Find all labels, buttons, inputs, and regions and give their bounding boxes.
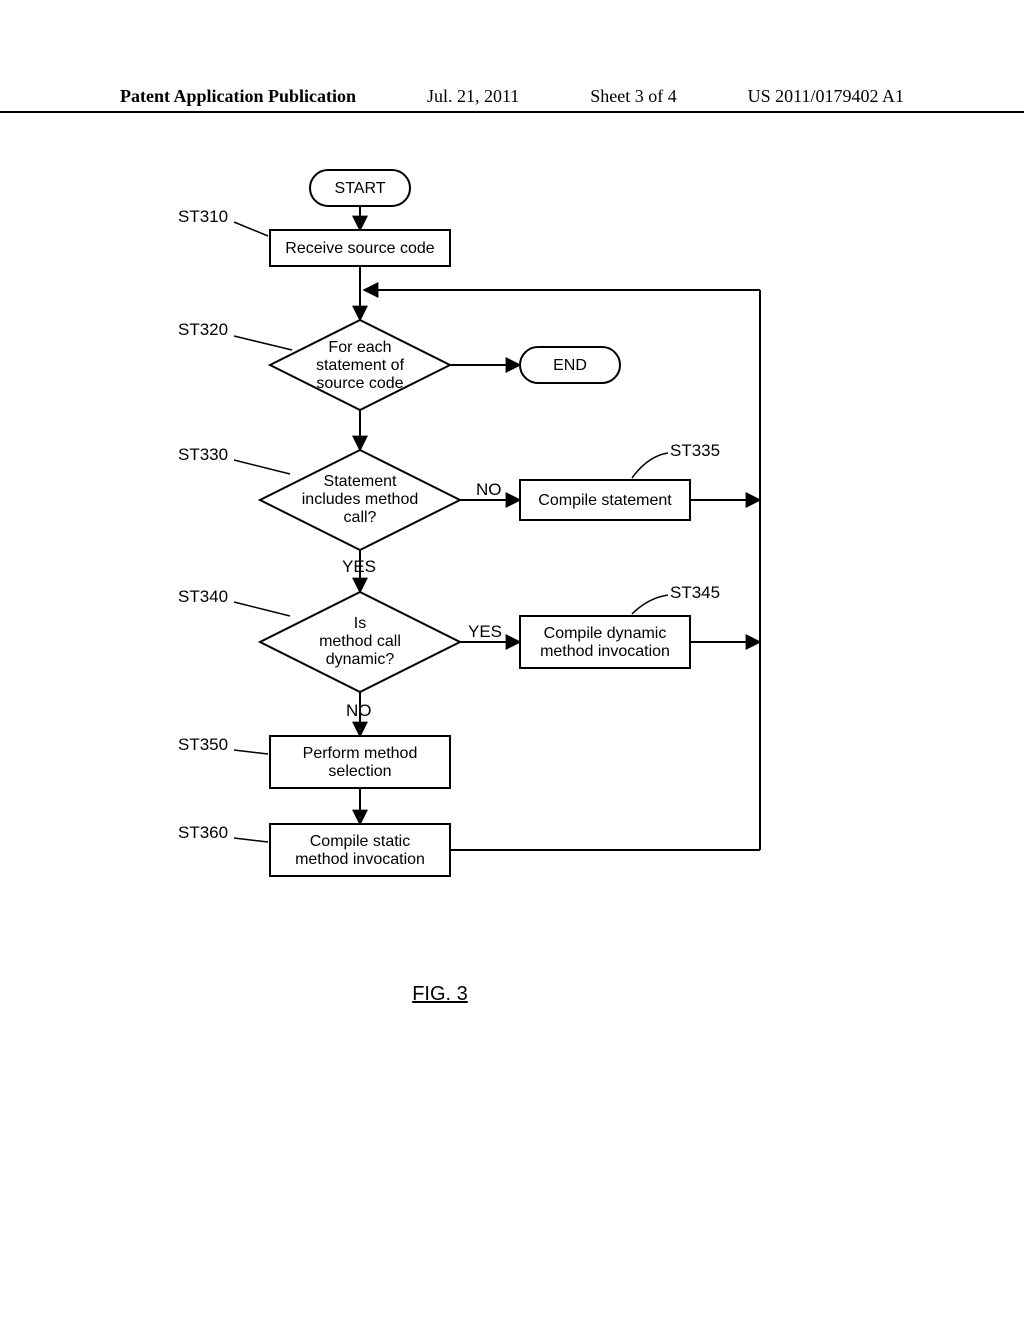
- header-publication: Patent Application Publication: [120, 86, 356, 107]
- st345-node: Compile dynamic method invocation: [520, 616, 690, 668]
- st350-node: Perform method selection: [270, 736, 450, 788]
- st330-node: Statement includes method call?: [260, 450, 460, 550]
- svg-text:END: END: [553, 357, 587, 374]
- svg-text:dynamic?: dynamic?: [326, 651, 395, 668]
- st360-label: ST360: [178, 823, 228, 842]
- st310-label: ST310: [178, 207, 228, 226]
- end-node: END: [520, 347, 620, 383]
- st340-label: ST340: [178, 587, 228, 606]
- st310-node: Receive source code: [270, 230, 450, 266]
- st345-label: ST345: [670, 583, 720, 602]
- svg-text:method call: method call: [319, 633, 401, 650]
- header-date: Jul. 21, 2011: [427, 86, 519, 107]
- page: Patent Application Publication Jul. 21, …: [0, 0, 1024, 1320]
- st330-label: ST330: [178, 445, 228, 464]
- svg-text:Receive source code: Receive source code: [285, 240, 435, 257]
- st350-label: ST350: [178, 735, 228, 754]
- svg-text:source code: source code: [316, 375, 403, 392]
- st330-yes: YES: [342, 557, 376, 576]
- svg-text:Compile static: Compile static: [310, 833, 410, 850]
- st320-label: ST320: [178, 320, 228, 339]
- svg-text:START: START: [335, 180, 386, 197]
- st340-node: Is method call dynamic?: [260, 592, 460, 692]
- st330-no: NO: [476, 480, 502, 499]
- st335-node: Compile statement: [520, 480, 690, 520]
- svg-text:method invocation: method invocation: [540, 643, 670, 660]
- page-header: Patent Application Publication Jul. 21, …: [0, 86, 1024, 113]
- svg-text:selection: selection: [328, 763, 391, 780]
- st340-no: NO: [346, 701, 372, 720]
- svg-text:call?: call?: [344, 509, 377, 526]
- svg-text:Statement: Statement: [324, 473, 397, 490]
- figure-caption: FIG. 3: [412, 983, 468, 1005]
- svg-text:For each: For each: [328, 339, 391, 356]
- svg-text:Perform method: Perform method: [303, 745, 418, 762]
- svg-text:Compile dynamic: Compile dynamic: [544, 625, 667, 642]
- st335-label: ST335: [670, 441, 720, 460]
- svg-text:method invocation: method invocation: [295, 851, 425, 868]
- svg-text:Is: Is: [354, 615, 366, 632]
- header-pubno: US 2011/0179402 A1: [748, 86, 904, 107]
- start-node: START: [310, 170, 410, 206]
- svg-text:Compile statement: Compile statement: [538, 492, 672, 509]
- st360-node: Compile static method invocation: [270, 824, 450, 876]
- diagram-canvas: START Receive source code ST310 For each…: [0, 160, 1024, 1160]
- svg-text:includes method: includes method: [302, 491, 419, 508]
- st340-yes: YES: [468, 622, 502, 641]
- svg-text:statement of: statement of: [316, 357, 405, 374]
- header-sheet: Sheet 3 of 4: [590, 86, 676, 107]
- st320-node: For each statement of source code: [270, 320, 450, 410]
